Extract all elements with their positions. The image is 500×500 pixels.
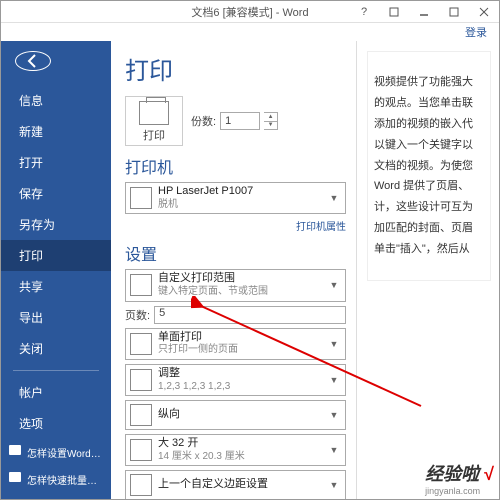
- recent-doc[interactable]: 怎样设置Word文档...: [1, 439, 111, 466]
- sidebar-item-options[interactable]: 选项: [1, 408, 111, 439]
- chevron-down-icon: ▼: [327, 480, 341, 490]
- recent-doc[interactable]: PPT中SmartArt图形...: [1, 493, 111, 499]
- print-button-label: 打印: [126, 127, 182, 143]
- chevron-down-icon: ▼: [327, 339, 341, 349]
- printer-status: 脱机: [158, 199, 327, 212]
- print-panel: 打印 打印 份数: 1 ▲▼ 打印机 HP Las: [111, 41, 356, 499]
- window-options-icon[interactable]: [379, 1, 409, 23]
- preview-line: 以键入一个关键字以: [374, 135, 484, 156]
- copies-label: 份数:: [191, 113, 216, 129]
- preview-line: 加匹配的封面、页眉: [374, 218, 484, 239]
- printer-properties-link[interactable]: 打印机属性: [125, 218, 346, 233]
- print-range-select[interactable]: 自定义打印范围 键入特定页面、节或范围 ▼: [125, 269, 346, 301]
- collate-select[interactable]: 调整 1,2,3 1,2,3 1,2,3 ▼: [125, 364, 346, 396]
- login-link[interactable]: 登录: [465, 24, 487, 40]
- sidebar-item-export[interactable]: 导出: [1, 302, 111, 333]
- preview-line: 单击"插入"，然后从: [374, 239, 484, 260]
- print-preview: 视频提供了功能强大 的观点。当您单击联 添加的视频的嵌入代 以键入一个关键字以 …: [356, 41, 499, 499]
- page-icon: [130, 333, 152, 355]
- sidebar-item-account[interactable]: 帐户: [1, 377, 111, 408]
- settings-heading: 设置: [125, 241, 346, 265]
- preview-line: 文档的视频。为使您: [374, 156, 484, 177]
- orientation-icon: [130, 404, 152, 426]
- preview-line: 的观点。当您单击联: [374, 93, 484, 114]
- preview-line: 视频提供了功能强大: [374, 72, 484, 93]
- preview-line: 添加的视频的嵌入代: [374, 114, 484, 135]
- sidebar-item-new[interactable]: 新建: [1, 116, 111, 147]
- page-icon: [130, 274, 152, 296]
- pages-input[interactable]: 5: [154, 306, 346, 324]
- watermark: 经验啦 √ jingyanla.com: [425, 460, 494, 496]
- chevron-down-icon: ▼: [327, 280, 341, 290]
- printer-icon: [130, 187, 152, 209]
- preview-line: 计，这些设计可互为: [374, 197, 484, 218]
- maximize-icon[interactable]: [439, 1, 469, 23]
- copies-input[interactable]: 1: [220, 112, 260, 130]
- sidebar-item-saveas[interactable]: 另存为: [1, 209, 111, 240]
- minimize-icon[interactable]: [409, 1, 439, 23]
- title-bar: 文档6 [兼容模式] - Word ?: [1, 1, 499, 23]
- printer-icon: [139, 101, 169, 125]
- pages-label: 页数:: [125, 307, 150, 323]
- sidebar-item-save[interactable]: 保存: [1, 178, 111, 209]
- chevron-down-icon: ▼: [327, 375, 341, 385]
- one-sided-select[interactable]: 单面打印 只打印一侧的页面 ▼: [125, 328, 346, 360]
- printer-select[interactable]: HP LaserJet P1007 脱机 ▼: [125, 182, 346, 214]
- copies-stepper[interactable]: ▲▼: [264, 112, 278, 130]
- sidebar-item-info[interactable]: 信息: [1, 85, 111, 116]
- backstage-sidebar: 信息 新建 打开 保存 另存为 打印 共享 导出 关闭 帐户 选项 怎样设置Wo…: [1, 41, 111, 499]
- margins-icon: [130, 474, 152, 496]
- paper-icon: [130, 439, 152, 461]
- window-title: 文档6 [兼容模式] - Word: [191, 4, 308, 20]
- sidebar-item-open[interactable]: 打开: [1, 147, 111, 178]
- page-title: 打印: [125, 51, 346, 86]
- chevron-down-icon: ▼: [327, 193, 341, 203]
- orientation-select[interactable]: 纵向 ▼: [125, 400, 346, 430]
- collate-icon: [130, 369, 152, 391]
- margins-select[interactable]: 上一个自定义边距设置 ▼: [125, 470, 346, 499]
- printer-heading: 打印机: [125, 154, 346, 178]
- print-button[interactable]: 打印: [125, 96, 183, 146]
- recent-doc[interactable]: 怎样快速批量删除PP...: [1, 466, 111, 493]
- close-icon[interactable]: [469, 1, 499, 23]
- chevron-down-icon: ▼: [327, 445, 341, 455]
- printer-name: HP LaserJet P1007: [158, 185, 327, 199]
- preview-line: Word 提供了页眉、: [374, 176, 484, 197]
- paper-size-select[interactable]: 大 32 开 14 厘米 x 20.3 厘米 ▼: [125, 434, 346, 466]
- sidebar-item-print[interactable]: 打印: [1, 240, 111, 271]
- sidebar-item-close[interactable]: 关闭: [1, 333, 111, 364]
- chevron-down-icon: ▼: [327, 410, 341, 420]
- back-button[interactable]: [15, 51, 51, 71]
- sidebar-item-share[interactable]: 共享: [1, 271, 111, 302]
- help-icon[interactable]: ?: [349, 1, 379, 23]
